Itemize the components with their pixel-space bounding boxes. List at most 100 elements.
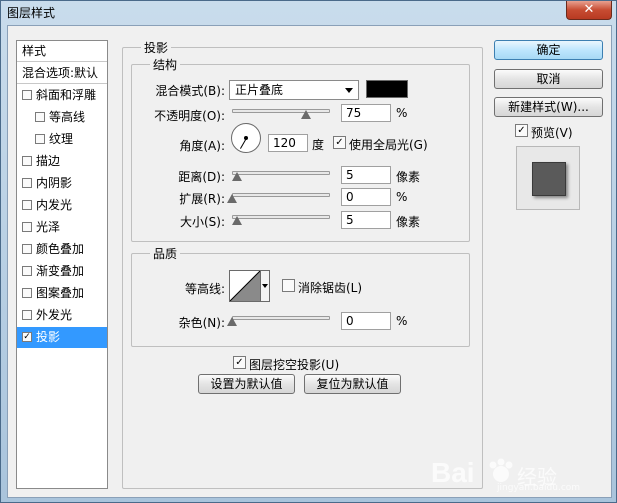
paw-icon [487,457,515,485]
style-item[interactable]: 斜面和浮雕 [17,85,107,106]
opacity-slider-thumb[interactable] [300,110,311,119]
window-title: 图层样式 [7,6,56,20]
size-input[interactable]: 5 [341,211,391,229]
distance-input[interactable]: 5 [341,166,391,184]
angle-unit: 度 [312,138,325,152]
structure-title: 结构 [150,56,181,73]
style-item[interactable]: 图案叠加 [17,283,107,304]
noise-slider-thumb[interactable] [227,317,237,326]
opacity-input[interactable]: 75 [341,104,391,122]
style-item[interactable]: 描边 [17,151,107,172]
noise-label: 杂色(N): [178,316,225,330]
size-slider-track[interactable] [232,215,330,219]
preview-checkbox[interactable]: ✓ [515,124,528,137]
noise-unit: % [396,314,408,328]
contour-label: 等高线: [184,282,225,296]
reset-default-button[interactable]: 复位为默认值 [304,374,401,394]
style-item-label: 外发光 [36,308,73,322]
spread-input[interactable]: 0 [341,188,391,206]
style-item-checkbox[interactable] [22,200,32,210]
opacity-unit: % [396,106,408,120]
style-item[interactable]: 内发光 [17,195,107,216]
spread-slider-thumb[interactable] [227,194,237,203]
style-item-label: 内阴影 [36,176,73,190]
style-item-checkbox[interactable] [35,134,45,144]
angle-dial[interactable] [231,123,261,153]
watermark-url: jingyan.baidu.com [497,483,581,493]
drop-shadow-group: 投影 结构 混合模式(B): 正片叠底 不透明度(O): 75 % 角度(A): [122,39,483,489]
style-item-checkbox[interactable] [22,266,32,276]
preview-label[interactable]: 预览(V) [531,124,573,141]
opacity-slider-track[interactable] [232,109,330,113]
global-light-label[interactable]: 使用全局光(G) [349,136,428,153]
preview-swatch [532,162,566,196]
style-item-checkbox[interactable] [22,90,32,100]
spread-label: 扩展(R): [179,192,225,206]
new-style-button[interactable]: 新建样式(W)... [494,97,603,117]
size-slider-thumb[interactable] [232,216,242,225]
structure-group: 结构 混合模式(B): 正片叠底 不透明度(O): 75 % 角度(A): 12… [131,56,470,242]
style-item[interactable]: 等高线 [17,107,107,128]
spread-unit: % [396,190,408,204]
spread-slider-track[interactable] [232,193,330,197]
close-button[interactable]: ✕ [566,1,612,20]
distance-slider-track[interactable] [232,171,330,175]
cancel-button[interactable]: 取消 [494,69,603,89]
noise-slider-track[interactable] [232,316,330,320]
style-item-label: 光泽 [36,220,61,234]
style-item-label: 投影 [36,330,61,344]
contour-linear-icon [230,271,260,301]
knockout-label[interactable]: 图层挖空投影(U) [249,356,339,373]
knockout-checkbox[interactable]: ✓ [233,356,246,369]
styles-list: 样式 混合选项:默认 斜面和浮雕等高线纹理描边内阴影内发光光泽颜色叠加渐变叠加图… [16,40,108,489]
distance-unit: 像素 [396,170,421,184]
style-item[interactable]: 渐变叠加 [17,261,107,282]
style-item-label: 纹理 [49,132,74,146]
title-bar[interactable]: 图层样式 ✕ [1,1,616,23]
global-light-checkbox[interactable]: ✓ [333,136,346,149]
size-unit: 像素 [396,215,421,229]
ok-button[interactable]: 确定 [494,40,603,60]
style-item[interactable]: 外发光 [17,305,107,326]
style-item-label: 颜色叠加 [36,242,85,256]
style-item-checkbox[interactable] [22,156,32,166]
shadow-color-swatch[interactable] [366,80,408,98]
noise-input[interactable]: 0 [341,312,391,330]
style-item-checkbox[interactable] [22,178,32,188]
size-label: 大小(S): [179,215,225,229]
contour-picker[interactable] [229,270,261,302]
style-item-label: 渐变叠加 [36,264,85,278]
style-item-checkbox[interactable]: ✓ [22,332,32,342]
style-item[interactable]: ✓ 投影 [17,327,107,348]
angle-label: 角度(A): [179,139,225,153]
quality-group: 品质 等高线: 消除锯齿(L) 杂色(N): 0 % [131,245,470,347]
blend-mode-select[interactable]: 正片叠底 [229,80,359,100]
style-item[interactable]: 纹理 [17,129,107,150]
style-item-checkbox[interactable] [22,310,32,320]
style-item-checkbox[interactable] [22,244,32,254]
angle-input[interactable]: 120 [268,134,308,152]
preview-thumbnail [516,146,580,210]
style-item[interactable]: 光泽 [17,217,107,238]
blend-options-item[interactable]: 混合选项:默认 [17,63,107,84]
chevron-down-icon [262,284,268,288]
opacity-label: 不透明度(O): [154,109,225,123]
make-default-button[interactable]: 设置为默认值 [198,374,295,394]
style-item-label: 斜面和浮雕 [36,88,97,102]
style-item[interactable]: 颜色叠加 [17,239,107,260]
distance-slider-thumb[interactable] [232,172,242,181]
distance-label: 距离(D): [178,170,225,184]
layer-style-dialog: 图层样式 ✕ 样式 混合选项:默认 斜面和浮雕等高线纹理描边内阴影内发光光泽颜色… [0,0,617,503]
styles-header[interactable]: 样式 [17,41,107,62]
style-item-checkbox[interactable] [22,222,32,232]
blend-mode-label: 混合模式(B): [155,84,225,98]
anti-alias-checkbox[interactable] [282,279,295,292]
style-item-checkbox[interactable] [35,112,45,122]
anti-alias-label[interactable]: 消除锯齿(L) [298,279,362,296]
style-item[interactable]: 内阴影 [17,173,107,194]
blend-mode-value: 正片叠底 [235,83,284,97]
baidu-watermark: Bai 经验 jingyan.baidu.com [431,453,601,493]
style-item-checkbox[interactable] [22,288,32,298]
contour-dropdown[interactable] [261,270,270,302]
style-item-label: 图案叠加 [36,286,85,300]
